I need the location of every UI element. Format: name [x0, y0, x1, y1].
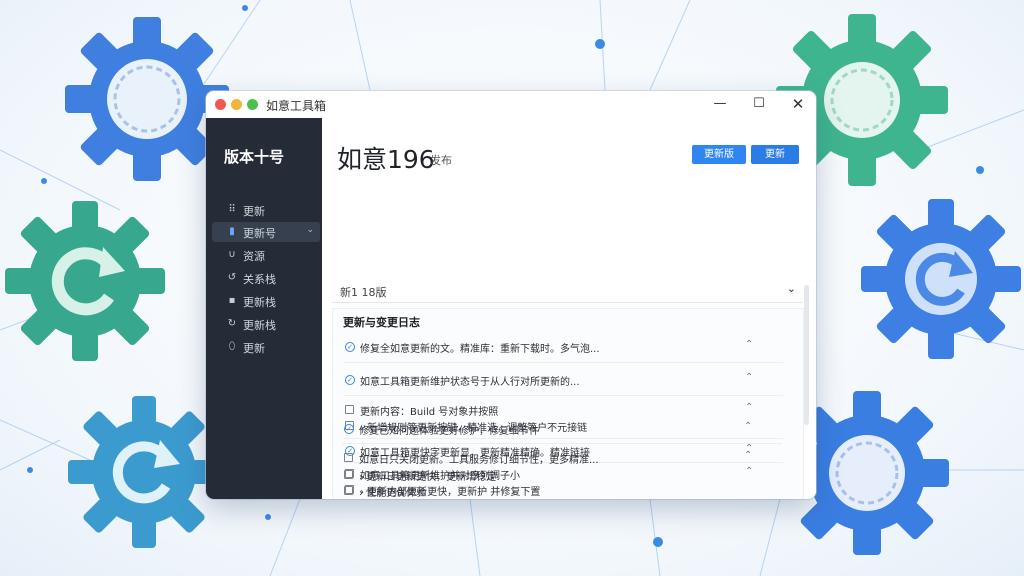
chevron-up-icon[interactable]: ⌃	[744, 421, 752, 432]
sidebar-item-update-stack-2[interactable]: ↻ 更新栈	[212, 314, 320, 334]
changelog-lower: ✓ 修复已知问题体验更好修护，修复细节件 ⌃ 如意日只关闭更新。工具服务修订细节…	[332, 414, 802, 500]
divider	[343, 362, 783, 363]
check-circle-icon: ✓	[345, 375, 355, 385]
sidebar-item-label: 更新号	[243, 227, 276, 240]
list-item-text: › 更新日更新更快，更新增稳定	[359, 472, 497, 483]
list-item-text: › 性能更优体验	[359, 488, 427, 499]
maximize-icon[interactable]: ☐	[749, 95, 769, 113]
refresh-icon: ↺	[227, 272, 237, 283]
grid-icon: ⠿	[228, 204, 236, 215]
list-item[interactable]: ✓ 如意工具箱更新维护状态号于从人行对所更新的... ⌃	[343, 371, 781, 391]
title-bar: 如意工具箱 — ☐ ✕	[206, 91, 816, 119]
sidebar-item-resources[interactable]: ∪ 资源	[212, 245, 320, 265]
sidebar-item-update-stack[interactable]: ▪ 更新栈	[212, 291, 320, 311]
sidebar-item-update[interactable]: ⠿ 更新	[212, 200, 320, 220]
checkbox-icon[interactable]	[345, 405, 354, 414]
divider	[343, 395, 783, 396]
blue-refresh-gear-icon	[861, 199, 1021, 359]
sidebar-item-update-number[interactable]: ▮ 更新号 ⌄	[212, 222, 320, 242]
check-circle-icon: ✓	[345, 342, 355, 352]
zoom-dot-icon[interactable]	[247, 99, 258, 110]
chevron-down-icon: ⌄	[306, 225, 314, 235]
chevron-up-icon[interactable]: ⌃	[745, 372, 753, 383]
close-icon[interactable]: ✕	[788, 95, 808, 113]
loop-icon: ↻	[227, 318, 237, 329]
sidebar-item-label: 更新栈	[243, 319, 276, 332]
sidebar-item-label: 关系栈	[243, 273, 276, 286]
sidebar: 版本十号 ⠿ 更新 ▮ 更新号 ⌄ ∪ 资源 ↺ 关系栈 ▪ 更新栈 ↻ 更新栈…	[206, 118, 322, 499]
list-item[interactable]: › 性能更优体验	[342, 482, 780, 500]
sidebar-item-label: 更新	[243, 205, 265, 218]
chevron-up-icon[interactable]: ⌃	[744, 450, 752, 461]
bar-chart-icon: ▮	[229, 226, 235, 237]
window-title: 如意工具箱	[266, 99, 327, 113]
version-label: 新1 18版	[340, 286, 387, 299]
green-refresh-gear-icon	[5, 201, 165, 361]
chevron-down-icon: ⌄	[786, 282, 796, 295]
shield-icon: ⬯	[228, 341, 236, 352]
square-icon: ▪	[228, 295, 236, 306]
minimize-dot-icon[interactable]	[231, 99, 242, 110]
scrollbar[interactable]	[804, 285, 809, 425]
sidebar-item-update-2[interactable]: ⬯ 更新	[212, 337, 320, 357]
list-item-text: 修复全如意更新的文。精准库：重新下载时。多气泡...	[360, 344, 600, 355]
sidebar-title: 版本十号	[224, 148, 285, 166]
sidebar-item-label: 更新栈	[243, 296, 276, 309]
changelog-title: 更新与变更日志	[343, 316, 420, 329]
teal-refresh-gear-icon	[68, 396, 220, 548]
chevron-up-icon[interactable]: ⌃	[745, 339, 753, 350]
version-selector[interactable]: 新1 18版 ⌄	[332, 281, 802, 303]
sidebar-item-relations[interactable]: ↺ 关系栈	[212, 268, 320, 288]
sidebar-item-label: 更新	[243, 342, 265, 355]
check-circle-icon: ✓	[344, 424, 354, 434]
page-subtitle: 发布	[430, 154, 452, 167]
list-item[interactable]: ✓ 修复已知问题体验更好修护，修复细节件 ⌃	[342, 420, 780, 440]
list-item-text: 如意工具箱更新维护状态号于从人行对所更新的...	[360, 377, 580, 388]
update-version-button[interactable]: 更新版	[692, 145, 746, 164]
update-button[interactable]: 更新	[751, 145, 799, 164]
list-item-text: 如意日只关闭更新。工具服务修订细节性，更多精准...	[359, 455, 599, 466]
checkbox-icon[interactable]	[344, 453, 353, 462]
u-shape-icon: ∪	[228, 249, 236, 260]
checkbox-icon[interactable]	[344, 470, 353, 479]
checkbox-icon[interactable]	[344, 486, 353, 495]
divider	[342, 443, 782, 444]
list-item[interactable]: ✓ 修复全如意更新的文。精准库：重新下载时。多气泡... ⌃	[343, 338, 781, 358]
close-dot-icon[interactable]	[215, 99, 226, 110]
page-title: 如意196	[337, 145, 435, 174]
minimize-icon[interactable]: —	[710, 95, 730, 113]
list-item-text: 修复已知问题体验更好修护，修复细节件	[359, 426, 539, 437]
chevron-up-icon[interactable]: ⌃	[745, 402, 753, 413]
sidebar-item-label: 资源	[243, 250, 265, 263]
